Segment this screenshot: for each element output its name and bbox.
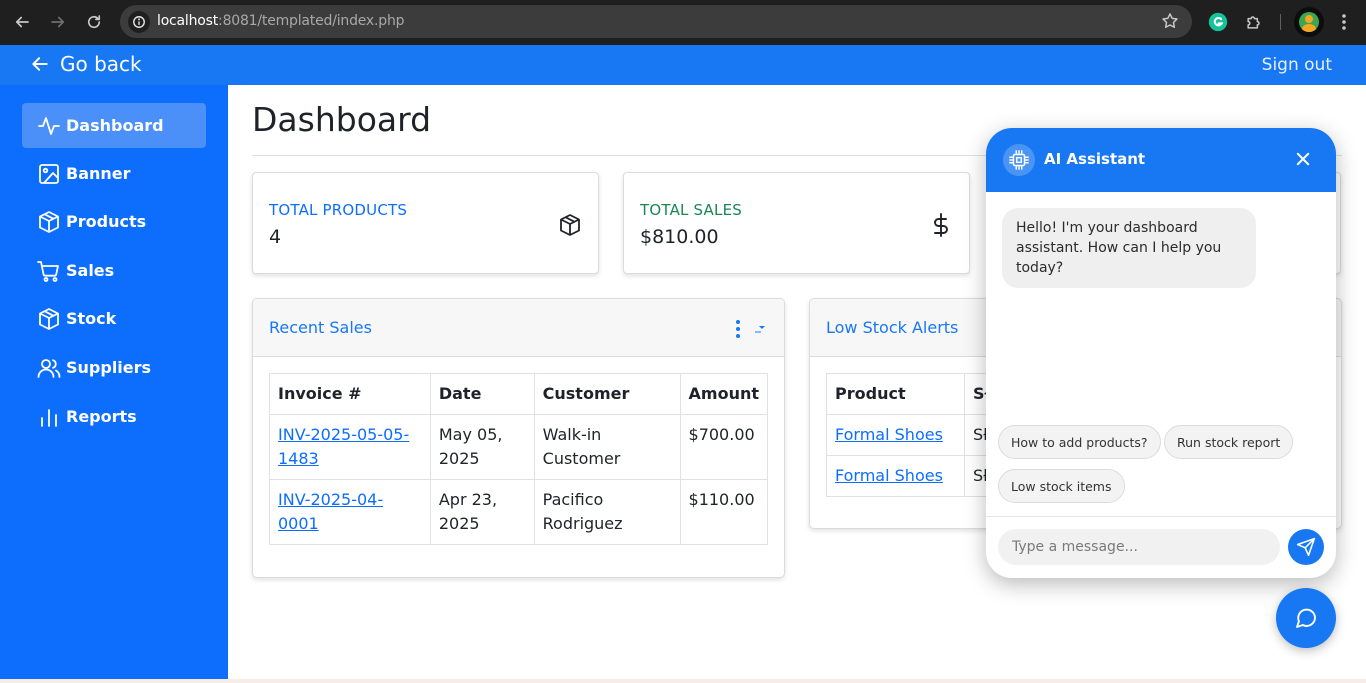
extensions-puzzle-icon[interactable] bbox=[1242, 10, 1266, 34]
more-options-dropdown-icon[interactable] bbox=[732, 319, 768, 339]
stat-label: TOTAL PRODUCTS bbox=[269, 201, 408, 219]
sidebar-item-banner[interactable]: Banner bbox=[22, 151, 206, 196]
sidebar-item-dashboard[interactable]: Dashboard bbox=[22, 103, 206, 148]
cart-icon bbox=[37, 260, 59, 282]
invoice-link[interactable]: INV-2025-04- 0001 bbox=[278, 490, 383, 533]
bookmark-star-icon[interactable] bbox=[1160, 11, 1180, 31]
column-header: Invoice # bbox=[269, 373, 431, 415]
chat-title: AI Assistant bbox=[1044, 150, 1146, 168]
suggestion-low-stock[interactable]: Low stock items bbox=[998, 469, 1125, 503]
bar-chart-icon bbox=[41, 408, 57, 427]
site-info-icon[interactable] bbox=[128, 11, 150, 33]
stat-label: TOTAL SALES bbox=[640, 201, 742, 219]
activity-icon bbox=[38, 116, 60, 135]
chat-message-input[interactable] bbox=[998, 529, 1280, 565]
sidebar-item-suppliers[interactable]: Suppliers bbox=[22, 345, 206, 390]
table-row: INV-2025-04- 0001 Apr 23, 2025 Pacifico Rod… bbox=[269, 479, 769, 545]
app-topbar: Go back Sign out bbox=[0, 45, 1366, 85]
sign-out-link[interactable]: Sign out bbox=[1262, 55, 1332, 75]
amount-cell: $700.00 bbox=[679, 414, 769, 480]
invoice-link[interactable]: INV-2025-05-05- 1483 bbox=[278, 425, 409, 468]
sidebar-item-label: Sales bbox=[66, 261, 115, 280]
ai-assistant-chat: AI Assistant Hello! I'm your dashboard a… bbox=[986, 128, 1336, 578]
suggestion-stock-report[interactable]: Run stock report bbox=[1164, 425, 1294, 459]
chat-toggle-button[interactable] bbox=[1276, 588, 1336, 648]
recent-sales-table: Invoice # Date Customer Amount INV-2025-… bbox=[269, 373, 769, 545]
go-back-label: Go back bbox=[60, 52, 142, 76]
recent-sales-panel: Recent Sales Invoice # Date Customer Amo… bbox=[252, 298, 785, 578]
table-row: INV-2025-05-05- 1483 May 05, 2025 Walk-in C… bbox=[269, 414, 769, 480]
product-cell: Formal Shoes bbox=[826, 455, 965, 497]
sidebar-item-label: Suppliers bbox=[66, 358, 152, 377]
sidebar-item-label: Banner bbox=[66, 164, 131, 183]
sidebar-item-label: Products bbox=[66, 212, 147, 231]
date-cell: Apr 23, 2025 bbox=[429, 479, 535, 545]
date-cell: May 05, 2025 bbox=[429, 414, 535, 480]
cpu-chip-icon bbox=[1003, 144, 1035, 176]
box-icon bbox=[39, 307, 59, 330]
send-icon bbox=[1296, 537, 1316, 557]
profile-avatar-icon[interactable] bbox=[1294, 7, 1324, 37]
people-icon bbox=[37, 358, 61, 378]
customer-cell: Pacifico Rodriguez bbox=[533, 479, 681, 545]
arrow-left-icon bbox=[32, 57, 48, 71]
product-cell: Formal Shoes bbox=[826, 414, 965, 456]
product-link[interactable]: Formal Shoes bbox=[835, 425, 943, 444]
product-link[interactable]: Formal Shoes bbox=[835, 466, 943, 485]
sidebar-item-label: Dashboard bbox=[66, 116, 164, 135]
amount-cell: $110.00 bbox=[679, 479, 769, 545]
sidebar: Dashboard Banner Products Sales Stock Su… bbox=[0, 85, 228, 683]
grammarly-extension-icon[interactable] bbox=[1206, 10, 1230, 34]
suggestion-add-products[interactable]: How to add products? bbox=[998, 425, 1161, 459]
box-icon bbox=[39, 210, 59, 233]
stat-value: 4 bbox=[269, 226, 282, 248]
column-header: Amount bbox=[679, 373, 769, 415]
sidebar-item-label: Stock bbox=[66, 309, 117, 328]
chat-bubble-icon bbox=[1296, 608, 1316, 628]
sidebar-item-reports[interactable]: Reports bbox=[22, 394, 206, 439]
chat-footer-divider bbox=[986, 516, 1336, 517]
panel-title: Low Stock Alerts bbox=[826, 318, 959, 337]
page-title: Dashboard bbox=[252, 100, 432, 139]
total-sales-card: TOTAL SALES $810.00 bbox=[623, 172, 970, 274]
page-bottom-edge bbox=[0, 679, 1366, 683]
table-header-row: Invoice # Date Customer Amount bbox=[269, 373, 769, 415]
sidebar-item-products[interactable]: Products bbox=[22, 199, 206, 244]
invoice-cell: INV-2025-04- 0001 bbox=[269, 479, 431, 545]
stat-value: $810.00 bbox=[640, 226, 719, 248]
send-button[interactable] bbox=[1288, 529, 1324, 565]
image-icon bbox=[39, 163, 59, 184]
panel-title: Recent Sales bbox=[269, 318, 372, 337]
back-arrow-icon[interactable] bbox=[8, 8, 36, 36]
url-text: localhost:8081/templated/index.php bbox=[157, 13, 405, 29]
total-products-card: TOTAL PRODUCTS 4 bbox=[252, 172, 599, 274]
browser-toolbar: localhost:8081/templated/index.php bbox=[0, 0, 1366, 45]
browser-menu-icon[interactable] bbox=[1332, 10, 1356, 34]
forward-arrow-icon[interactable] bbox=[44, 8, 72, 36]
panel-header: Recent Sales bbox=[253, 299, 784, 357]
customer-cell: Walk-in Customer bbox=[533, 414, 681, 480]
assistant-message: Hello! I'm your dashboard assistant. How… bbox=[1002, 208, 1256, 288]
address-bar[interactable]: localhost:8081/templated/index.php bbox=[120, 5, 1192, 38]
chat-header: AI Assistant bbox=[986, 128, 1336, 192]
reload-icon[interactable] bbox=[80, 8, 108, 36]
column-header: Date bbox=[429, 373, 535, 415]
sidebar-item-sales[interactable]: Sales bbox=[22, 248, 206, 293]
invoice-cell: INV-2025-05-05- 1483 bbox=[269, 414, 431, 480]
dollar-icon bbox=[934, 213, 948, 237]
close-icon[interactable] bbox=[1294, 150, 1312, 168]
column-header: Customer bbox=[533, 373, 681, 415]
box-icon bbox=[560, 214, 580, 236]
sidebar-item-label: Reports bbox=[66, 407, 137, 426]
toolbar-separator bbox=[1280, 14, 1281, 30]
column-header: Product bbox=[826, 373, 965, 415]
sidebar-item-stock[interactable]: Stock bbox=[22, 296, 206, 341]
go-back-button[interactable]: Go back bbox=[30, 52, 142, 76]
